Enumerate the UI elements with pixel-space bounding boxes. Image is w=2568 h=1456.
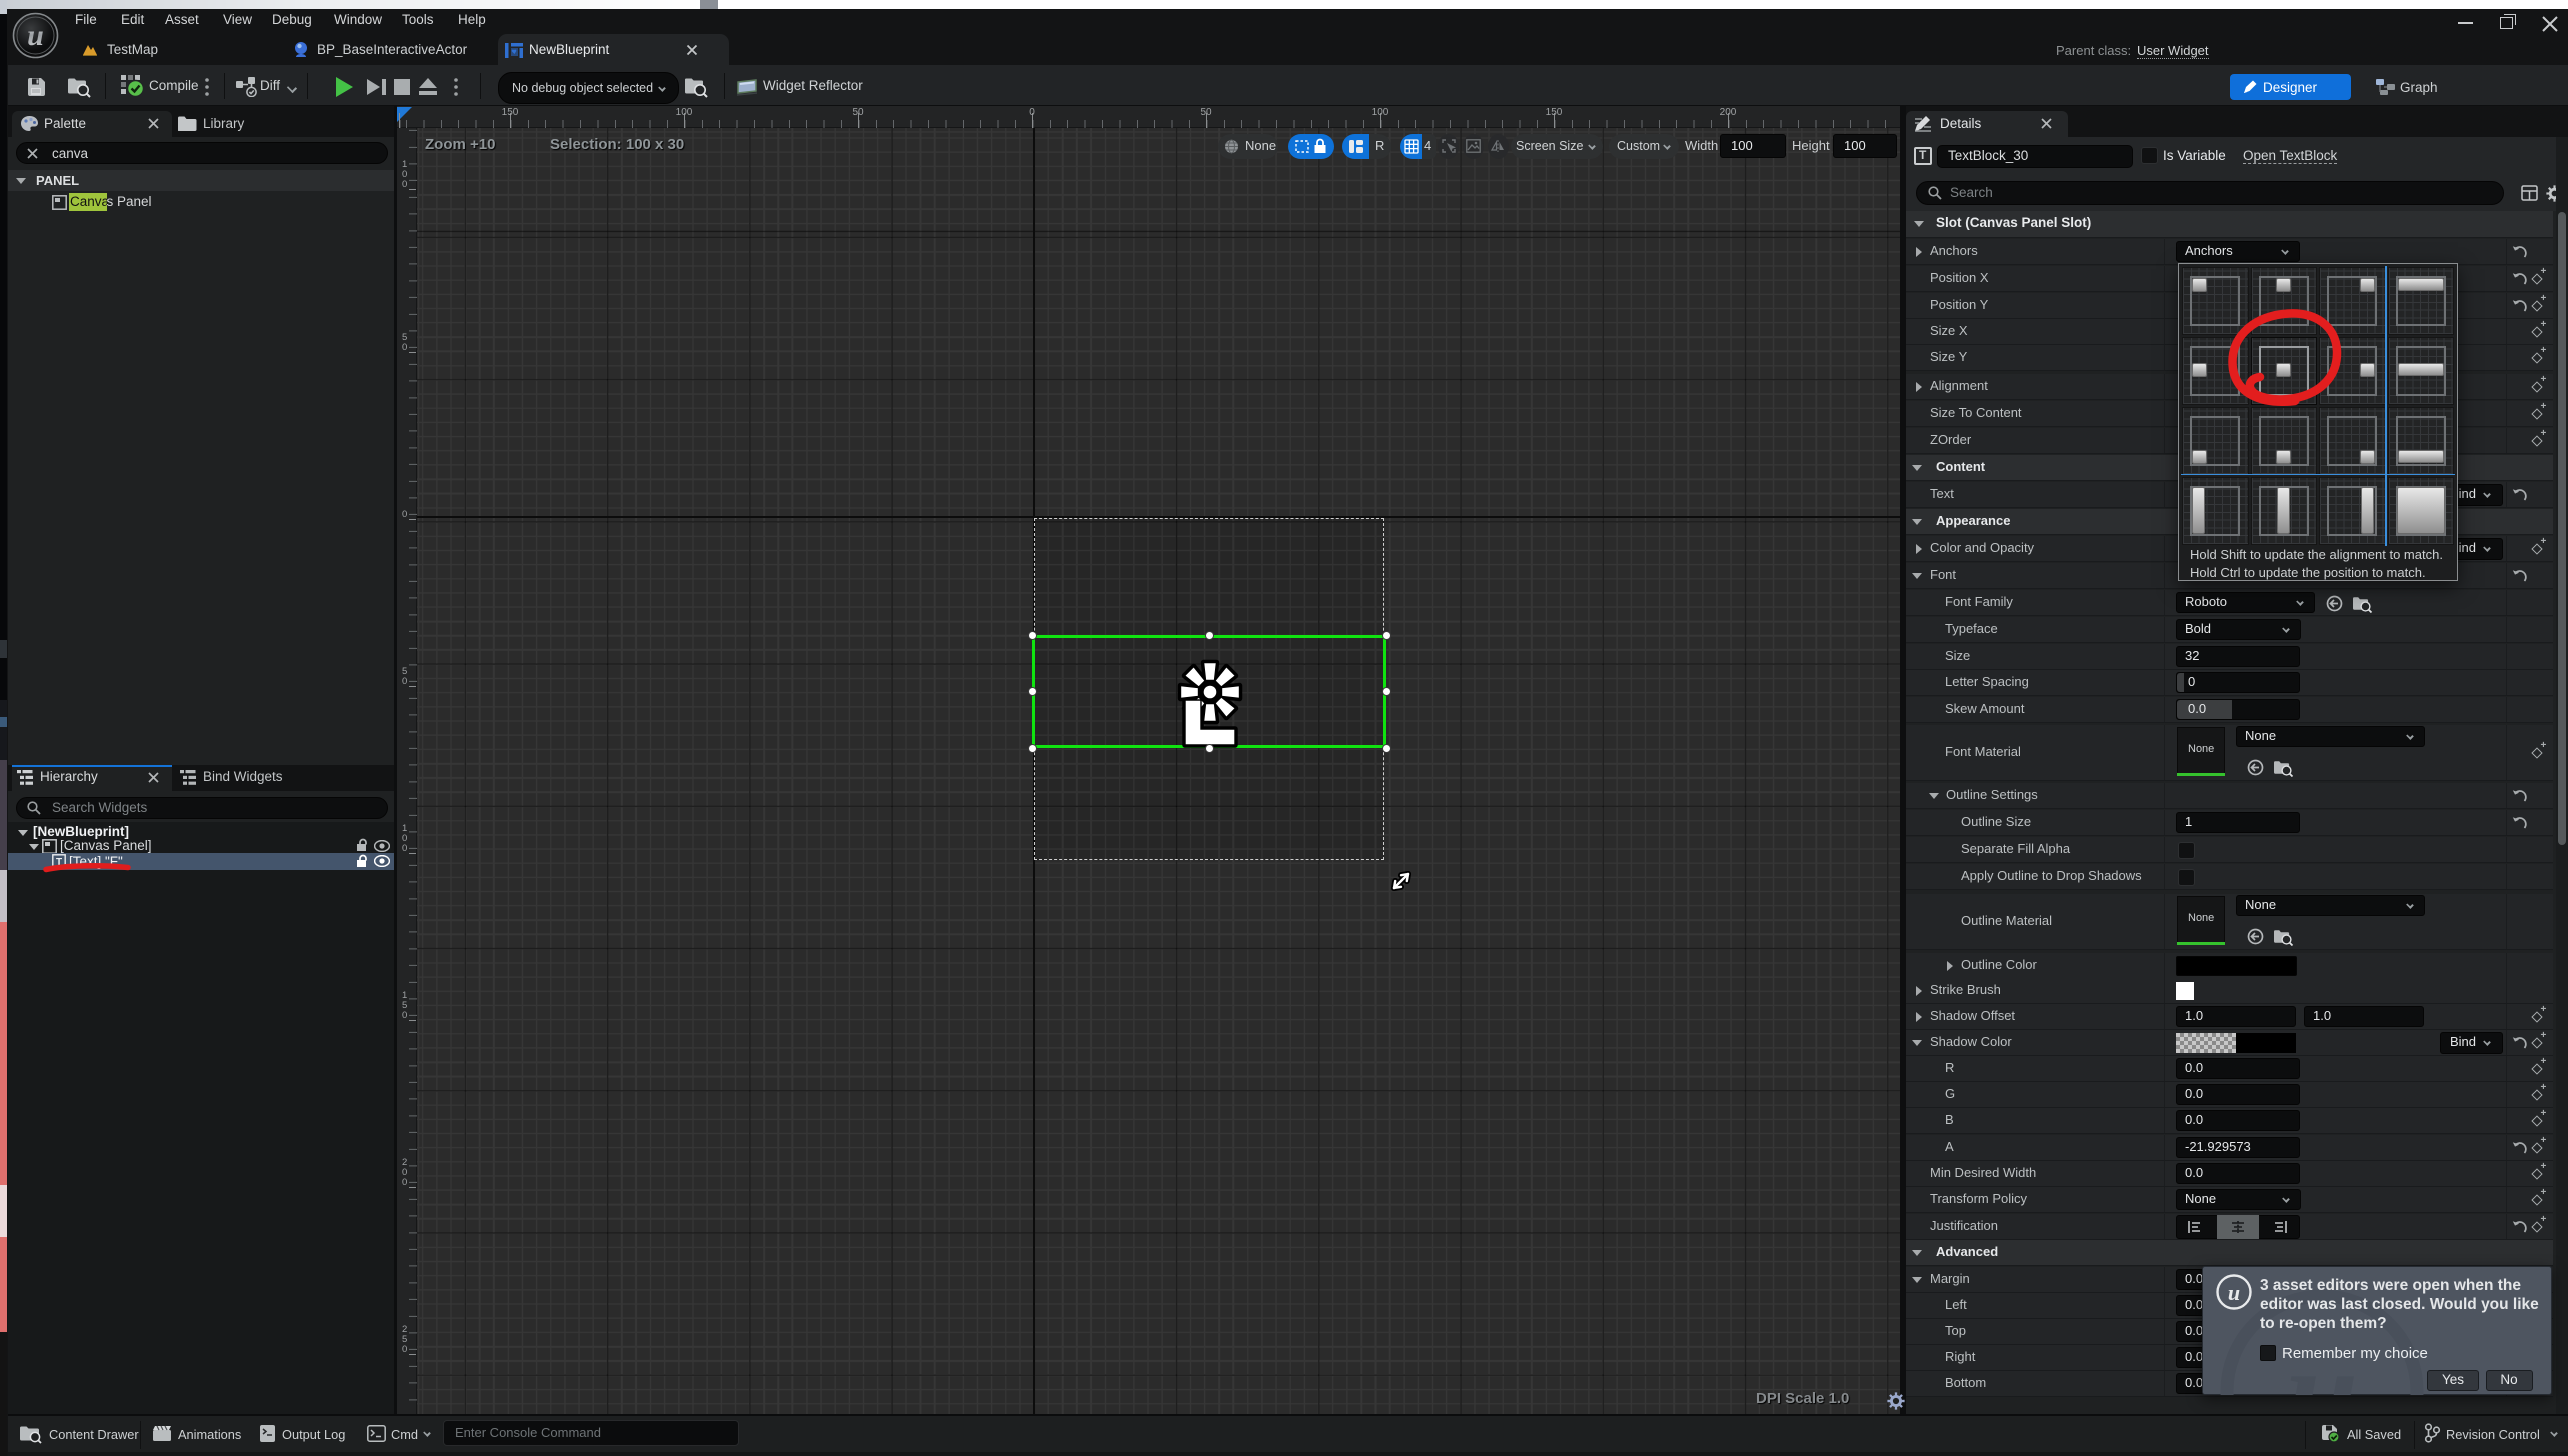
svg-text:u: u — [2228, 1280, 2240, 1305]
svg-text:u: u — [27, 19, 44, 52]
